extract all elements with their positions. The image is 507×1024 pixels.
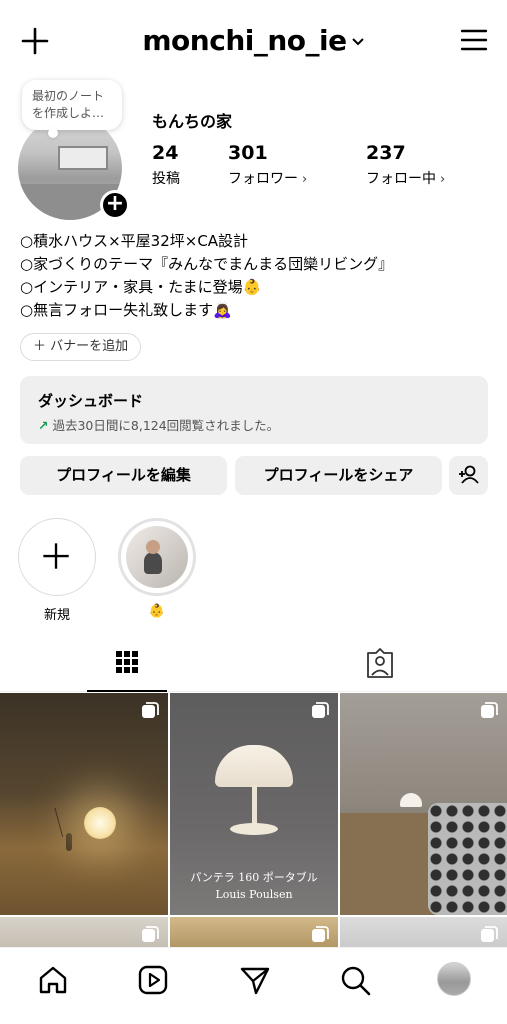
share-profile-button[interactable]: プロフィールをシェア: [235, 456, 442, 495]
reels-icon[interactable]: [136, 963, 170, 997]
bio: ○積水ハウス×平屋32坪×CA設計 ○家づくりのテーマ『みんなでまんまる団欒リビ…: [20, 230, 393, 322]
carousel-icon: [312, 926, 329, 942]
dashboard-subtitle: 過去30日間に8,124回閲覧されました。: [52, 418, 280, 433]
chevron-right-icon: ›: [440, 172, 446, 187]
grid-icon: [116, 651, 138, 673]
note-bubble[interactable]: 最初のノートを作成しよ…: [22, 80, 122, 138]
chevron-down-icon: [351, 38, 364, 46]
posts-stat: 24 投稿: [152, 142, 180, 188]
dashboard-title: ダッシュボード: [38, 392, 144, 410]
carousel-icon: [481, 926, 498, 942]
add-story-icon[interactable]: +: [100, 190, 130, 220]
highlight-item[interactable]: 👶: [118, 518, 196, 619]
bio-line: ○無言フォロー失礼致します🙇‍♀️: [20, 301, 232, 319]
followers-count: 301: [228, 142, 268, 164]
menu-icon[interactable]: [461, 28, 487, 52]
post-tile[interactable]: [0, 693, 168, 915]
bio-line: ○積水ハウス×平屋32坪×CA設計: [20, 232, 249, 250]
highlight-label: 👶: [148, 604, 166, 619]
tab-tagged[interactable]: [340, 640, 420, 692]
tab-posts-grid[interactable]: [87, 640, 167, 692]
following-count: 237: [366, 142, 406, 164]
post-caption: パンテラ 160 ポータブル: [190, 871, 318, 884]
edit-profile-button[interactable]: プロフィールを編集: [20, 456, 227, 495]
carousel-icon: [481, 702, 498, 718]
carousel-icon: [142, 702, 159, 718]
highlight-label: 新規: [43, 608, 70, 623]
top-bar: monchi_no_ie: [0, 0, 507, 80]
bio-line: ○家づくりのテーマ『みんなでまんまる団欒リビング』: [20, 255, 394, 273]
post-tile[interactable]: パンテラ 160 ポータブル Louis Poulsen: [170, 693, 338, 915]
chevron-right-icon: ›: [302, 172, 308, 187]
add-banner-button[interactable]: ＋ バナーを追加: [20, 333, 142, 361]
posts-label: 投稿: [152, 171, 180, 187]
posts-grid: パンテラ 160 ポータブル Louis Poulsen: [0, 693, 507, 947]
post-caption: Louis Poulsen: [215, 888, 293, 901]
profile-tabs: [0, 640, 507, 692]
following-stat[interactable]: 237 フォロー中 ›: [366, 142, 445, 188]
carousel-icon: [142, 926, 159, 942]
tagged-person-icon: [367, 648, 393, 678]
search-icon[interactable]: [338, 963, 372, 997]
carousel-icon: [312, 702, 329, 718]
dashboard-card[interactable]: ダッシュボード ↗ 過去30日間に8,124回閲覧されました。: [20, 376, 488, 444]
home-icon[interactable]: [36, 963, 70, 997]
display-name: もんちの家: [152, 112, 233, 131]
posts-count: 24: [152, 142, 179, 164]
username-label: monchi_no_ie: [142, 24, 347, 57]
bio-line: ○インテリア・家具・たまに登場👶: [20, 278, 262, 296]
bottom-nav: [0, 947, 507, 1024]
discover-people-button[interactable]: [449, 456, 488, 495]
post-tile[interactable]: [170, 917, 338, 947]
plus-icon: [43, 543, 69, 569]
following-label: フォロー中: [366, 171, 436, 187]
account-switcher[interactable]: monchi_no_ie: [0, 24, 507, 57]
post-tile[interactable]: [340, 917, 507, 947]
post-tile[interactable]: [0, 917, 168, 947]
direct-message-icon[interactable]: [238, 963, 272, 997]
new-highlight[interactable]: 新規: [18, 518, 96, 623]
followers-label: フォロワー: [228, 171, 298, 187]
profile-avatar-nav[interactable]: [437, 962, 471, 996]
post-tile[interactable]: [340, 693, 507, 915]
trend-up-icon: ↗: [38, 418, 49, 433]
followers-stat[interactable]: 301 フォロワー ›: [228, 142, 307, 188]
add-person-icon: [459, 465, 479, 484]
highlight-cover: [126, 526, 188, 588]
